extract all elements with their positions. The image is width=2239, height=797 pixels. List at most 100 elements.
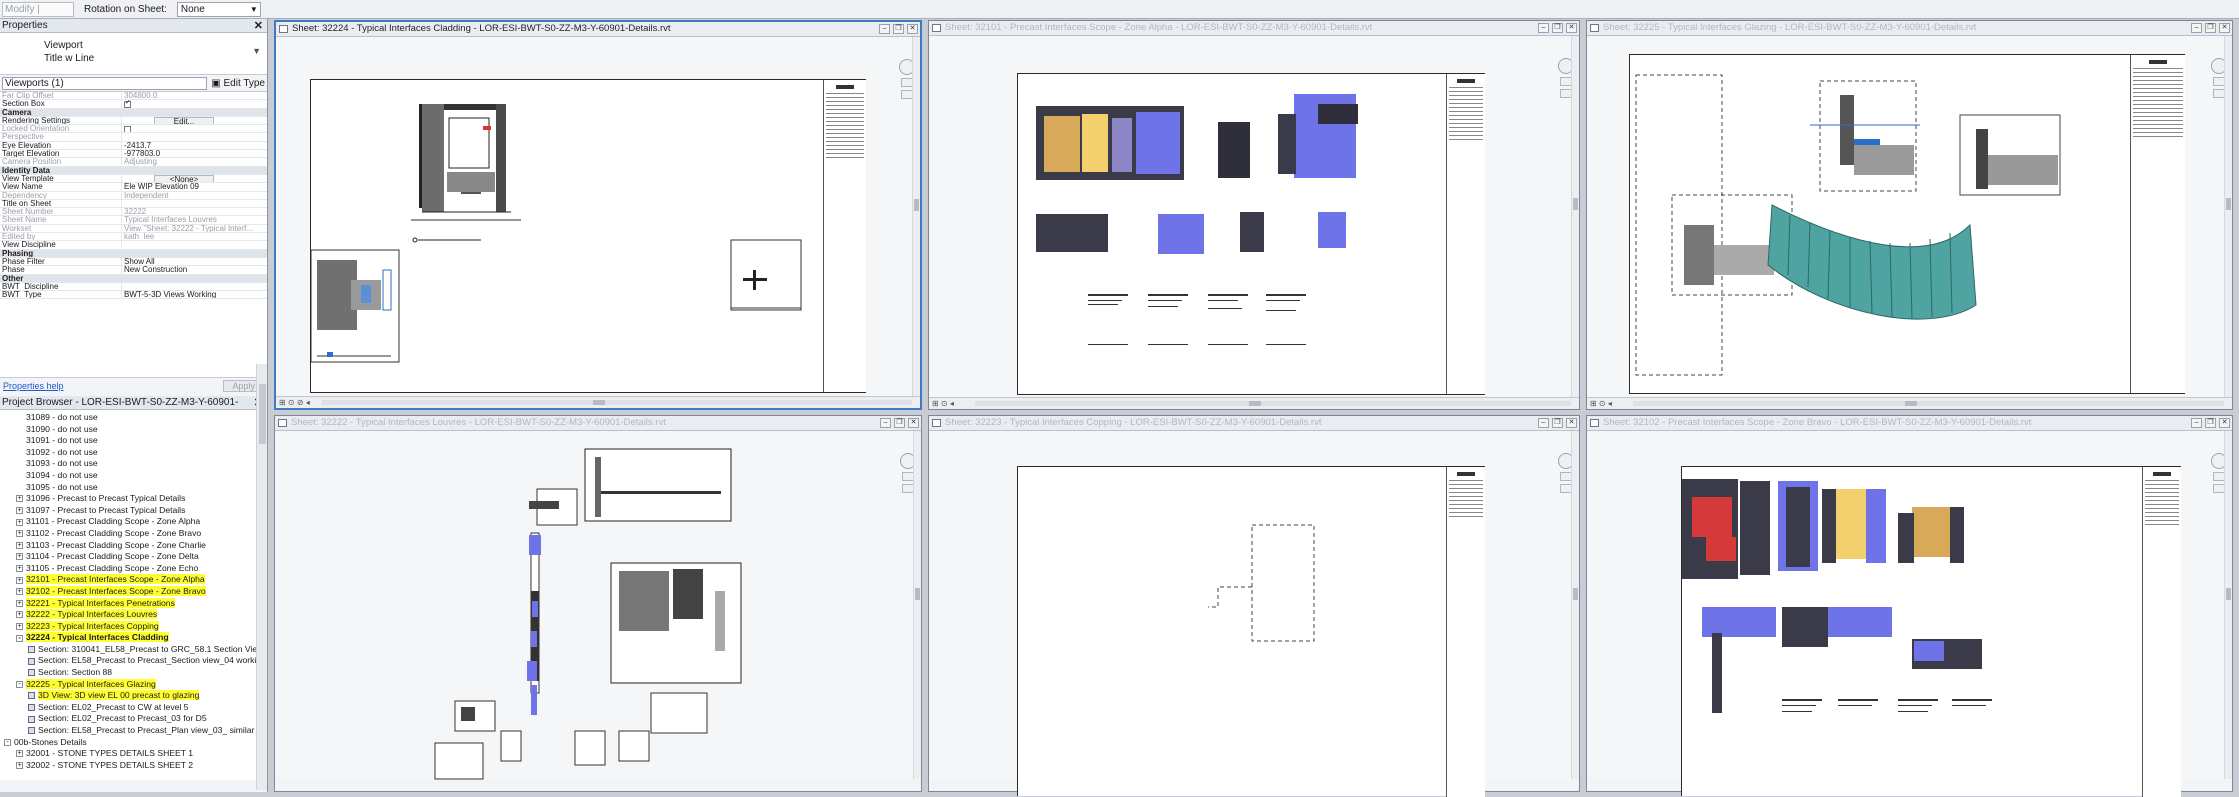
property-row[interactable]: Rendering Settings Edit...: [0, 116, 267, 126]
restore-icon[interactable]: ❐: [2205, 23, 2216, 33]
property-row[interactable]: Title on Sheet: [0, 199, 267, 209]
expand-icon[interactable]: +: [16, 541, 23, 549]
checkbox[interactable]: [124, 125, 131, 133]
browser-sheet-item[interactable]: +32102 - Precast Interfaces Scope - Zone…: [0, 585, 267, 598]
browser-sheet-item[interactable]: +31104 - Precast Cladding Scope - Zone D…: [0, 551, 267, 563]
expand-icon[interactable]: +: [16, 553, 23, 561]
vertical-scrollbar[interactable]: [1571, 431, 1579, 779]
view-controls-icon[interactable]: ⊞ ⊙ ⊘ ◂: [279, 398, 310, 407]
browser-view-item[interactable]: Section: EL58_Precast to Precast_Plan vi…: [0, 725, 267, 737]
browser-sheet-item[interactable]: +31102 - Precast Cladding Scope - Zone B…: [0, 528, 267, 540]
browser-sheet-item[interactable]: +32002 - STONE TYPES DETAILS SHEET 2: [0, 760, 267, 772]
property-row[interactable]: Edited by kath_lee: [0, 233, 267, 242]
property-group-header[interactable]: Phasing: [0, 249, 267, 258]
restore-icon[interactable]: ❐: [893, 24, 904, 34]
browser-sheet-item[interactable]: -32224 - Typical Interfaces Cladding: [0, 632, 267, 644]
minimize-icon[interactable]: –: [1538, 418, 1549, 428]
view-controls-icon[interactable]: ⊞ ⊙ ◂: [932, 399, 954, 408]
browser-view-item[interactable]: 3D View: 3D view EL 00 precast to glazin…: [0, 690, 267, 702]
property-value-button[interactable]: <None>: [122, 174, 267, 183]
drawing-canvas[interactable]: [276, 37, 920, 396]
property-checkbox[interactable]: [122, 100, 267, 108]
expand-icon[interactable]: +: [16, 622, 23, 630]
expand-icon[interactable]: +: [16, 530, 23, 538]
horizontal-scrollbar[interactable]: [1633, 401, 2224, 406]
vertical-scrollbar[interactable]: [2224, 36, 2232, 397]
property-row[interactable]: View Discipline: [0, 241, 267, 250]
view-window-32101[interactable]: Sheet: 32101 - Precast Interfaces Scope …: [928, 20, 1580, 410]
expand-icon[interactable]: +: [16, 518, 23, 526]
property-row[interactable]: Workset View "Sheet: 32222 - Typical Inte…: [0, 224, 267, 234]
minimize-icon[interactable]: –: [1538, 23, 1549, 33]
close-icon[interactable]: ✕: [2219, 418, 2230, 428]
property-row[interactable]: Phase New Construction: [0, 266, 267, 275]
close-icon[interactable]: ✕: [254, 19, 263, 33]
property-row[interactable]: Sheet Name Typical Interfaces Louvres: [0, 216, 267, 225]
browser-sheet-item[interactable]: +32221 - Typical Interfaces Penetrations: [0, 597, 267, 610]
minimize-icon[interactable]: –: [2191, 23, 2202, 33]
close-icon[interactable]: ✕: [1566, 23, 1577, 33]
collapse-icon[interactable]: -: [16, 680, 23, 688]
horizontal-scrollbar[interactable]: [322, 400, 912, 405]
property-value[interactable]: 32222: [122, 208, 267, 215]
close-icon[interactable]: ✕: [1566, 418, 1577, 428]
edit-type-button[interactable]: ▣ Edit Type: [211, 78, 265, 89]
property-value[interactable]: kath_lee: [122, 233, 267, 240]
property-value[interactable]: Adjusting: [122, 158, 267, 165]
property-group-header[interactable]: Camera: [0, 108, 267, 117]
browser-view-item[interactable]: Section: EL02_Precast to CW at level 5: [0, 702, 267, 714]
property-row[interactable]: Perspective: [0, 133, 267, 142]
property-value[interactable]: Typical Interfaces Louvres: [122, 216, 267, 223]
expand-icon[interactable]: +: [16, 588, 23, 596]
browser-sheet-item[interactable]: -00b-Stones Details: [0, 737, 267, 749]
property-value[interactable]: [122, 283, 267, 290]
horizontal-scrollbar[interactable]: [975, 401, 1571, 406]
property-row[interactable]: Target Elevation -977803.0: [0, 150, 267, 159]
minimize-icon[interactable]: –: [880, 418, 891, 428]
vertical-scrollbar[interactable]: [2224, 431, 2232, 779]
browser-sheet-item[interactable]: +31096 - Precast to Precast Typical Deta…: [0, 493, 267, 505]
close-icon[interactable]: ✕: [907, 24, 918, 34]
property-row[interactable]: Camera Position Adjusting: [0, 158, 267, 167]
property-row[interactable]: Locked Orientation: [0, 125, 267, 134]
browser-sheet-item[interactable]: 31093 - do not use: [0, 458, 267, 470]
property-row[interactable]: Dependency Independent: [0, 191, 267, 200]
drawing-canvas[interactable]: [929, 431, 1579, 797]
property-row[interactable]: View Template <None>: [0, 174, 267, 184]
view-window-32102[interactable]: Sheet: 32102 - Precast Interfaces Scope …: [1586, 415, 2233, 797]
browser-scrollbar[interactable]: [256, 364, 267, 790]
browser-view-item[interactable]: Section: EL58_Precast to Precast_Section…: [0, 655, 267, 667]
property-value[interactable]: [122, 200, 267, 207]
drawing-canvas[interactable]: [929, 36, 1579, 397]
expand-icon[interactable]: +: [16, 611, 23, 619]
browser-sheet-item[interactable]: +32001 - STONE TYPES DETAILS SHEET 1: [0, 748, 267, 760]
drawing-canvas[interactable]: [1587, 431, 2232, 797]
property-value[interactable]: 304800.0: [122, 92, 267, 99]
browser-view-item[interactable]: Section: Section 88: [0, 667, 267, 679]
expand-icon[interactable]: +: [16, 750, 23, 758]
checkbox[interactable]: [124, 100, 131, 108]
vertical-scrollbar[interactable]: [912, 37, 920, 396]
property-value[interactable]: New Construction: [122, 266, 267, 273]
close-icon[interactable]: ✕: [908, 418, 919, 428]
property-value[interactable]: -2413.7: [122, 142, 267, 149]
browser-sheet-item[interactable]: +32101 - Precast Interfaces Scope - Zone…: [0, 574, 267, 586]
property-row[interactable]: Far Clip Offset 304800.0: [0, 92, 267, 101]
type-selector[interactable]: Viewport Title w Line ▼: [0, 33, 267, 75]
property-button[interactable]: <None>: [154, 174, 214, 183]
view-window-32225[interactable]: Sheet: 32225 - Typical Interfaces Glazin…: [1586, 20, 2233, 410]
collapse-icon[interactable]: -: [4, 738, 11, 746]
expand-icon[interactable]: +: [16, 576, 23, 584]
minimize-icon[interactable]: –: [2191, 418, 2202, 428]
property-button[interactable]: Edit...: [154, 116, 214, 125]
property-row[interactable]: Phase Filter Show All: [0, 257, 267, 267]
expand-icon[interactable]: +: [16, 506, 23, 514]
drawing-canvas[interactable]: [1587, 36, 2232, 397]
browser-sheet-item[interactable]: -32225 - Typical Interfaces Glazing: [0, 678, 267, 691]
property-value[interactable]: Ele WIP Elevation 09: [122, 183, 267, 190]
vertical-scrollbar[interactable]: [913, 431, 921, 779]
restore-icon[interactable]: ❐: [1552, 418, 1563, 428]
property-row[interactable]: View Name Ele WIP Elevation 09: [0, 183, 267, 192]
browser-sheet-item[interactable]: 31095 - do not use: [0, 482, 267, 494]
view-window-32222[interactable]: Sheet: 32222 - Typical Interfaces Louvre…: [274, 415, 922, 792]
